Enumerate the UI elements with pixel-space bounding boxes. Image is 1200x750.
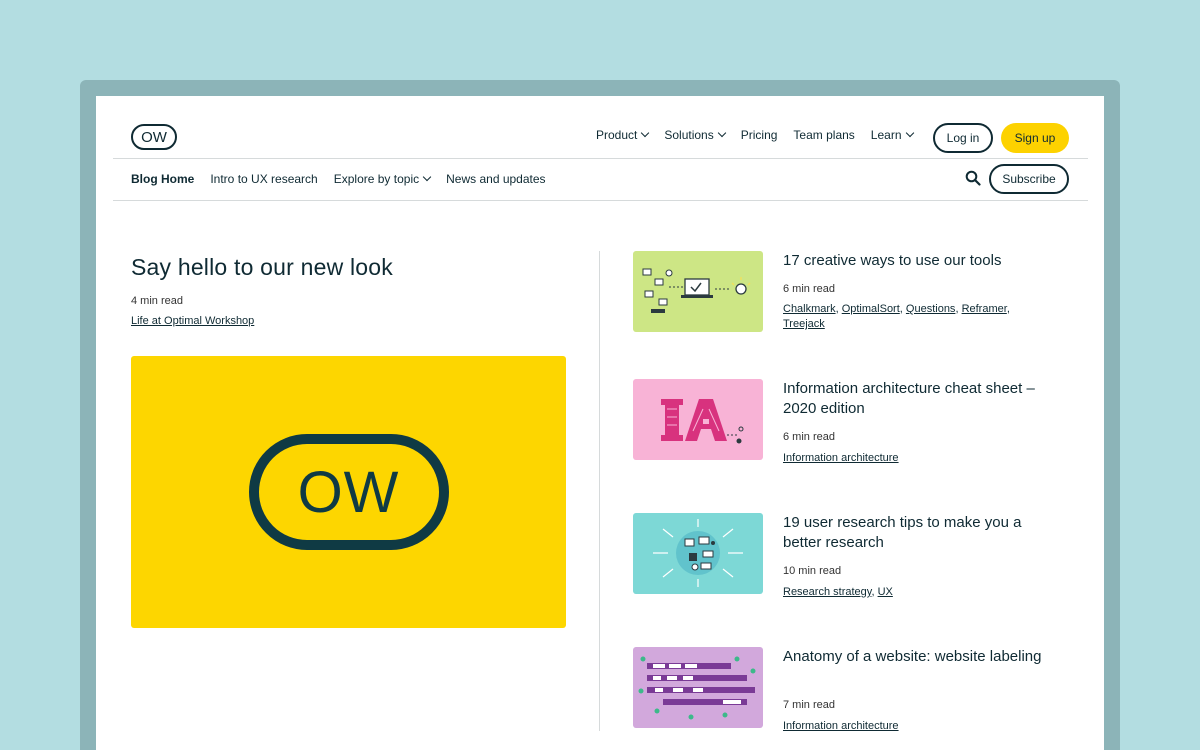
article-read-time: 6 min read [783,283,835,295]
nav-pricing[interactable]: Pricing [741,128,778,142]
column-divider [599,251,600,731]
article-tags: Information architecture [783,451,1033,466]
chevron-down-icon [641,128,650,138]
tag-link[interactable]: Chalkmark [783,303,836,315]
tag-link[interactable]: Questions [906,303,956,315]
article-tags: Information architecture [783,719,1033,734]
signup-button[interactable]: Sign up [1001,123,1069,153]
article-title[interactable]: 19 user research tips to make you a bett… [783,513,1053,553]
tag-link[interactable]: Reframer [962,303,1007,315]
tag-link[interactable]: UX [878,586,893,598]
tag-link[interactable]: Research strategy [783,586,871,598]
article-title[interactable]: Information architecture cheat sheet – 2… [783,379,1053,419]
nav-product[interactable]: Product [596,128,650,142]
article-thumbnail[interactable] [633,379,763,460]
article-thumbnail[interactable] [633,251,763,332]
subscribe-button[interactable]: Subscribe [989,164,1069,194]
article-read-time: 6 min read [783,431,835,443]
article-tags: Research strategy, UX [783,586,893,598]
nav-label: Pricing [740,128,778,142]
sub-nav-news[interactable]: News and updates [446,172,545,186]
sub-nav-blog-home[interactable]: Blog Home [131,172,194,186]
article-thumbnail[interactable] [633,647,763,728]
chevron-down-icon [422,172,432,182]
blog-page: OW Product Solutions Pricing Team plans … [96,96,1104,750]
website-labeling-illustration [638,656,756,720]
research-tips-illustration [653,519,743,587]
featured-read-time: 4 min read [131,295,183,307]
article-thumbnail[interactable] [633,513,763,594]
subnav-divider [113,200,1088,201]
main-nav: Product Solutions Pricing Team plans Lea… [596,128,929,142]
sub-nav-label: Blog Home [131,172,195,186]
tools-illustration [642,268,751,313]
featured-tag-link[interactable]: Life at Optimal Workshop [131,315,254,327]
tag-link[interactable]: OptimalSort [842,303,900,315]
sub-nav-label: Intro to UX research [210,172,318,186]
tag-link[interactable]: Information architecture [783,720,899,732]
blog-sub-nav: Blog Home Intro to UX research Explore b… [131,172,562,186]
tag-link[interactable]: Information architecture [783,452,899,464]
nav-learn[interactable]: Learn [870,128,914,142]
login-button[interactable]: Log in [933,123,993,153]
search-icon[interactable] [965,170,981,186]
nav-label: Learn [870,128,902,142]
nav-solutions[interactable]: Solutions [664,128,726,142]
nav-label: Solutions [664,128,714,142]
brand-logo[interactable]: OW [131,124,177,150]
article-title[interactable]: Anatomy of a website: website labeling [783,647,1053,667]
tag-link[interactable]: Treejack [783,318,825,330]
header-divider [113,158,1088,159]
ow-logo-graphic: OW [248,434,449,550]
sub-nav-label: Explore by topic [333,172,420,186]
article-tags: Chalkmark, OptimalSort, Questions, Refra… [783,303,1010,330]
chevron-down-icon [717,128,726,138]
sub-nav-explore-topic[interactable]: Explore by topic [333,172,432,186]
featured-title[interactable]: Say hello to our new look [131,254,393,281]
ia-letters-illustration [661,399,744,444]
nav-label: Product [596,128,638,142]
featured-image[interactable]: OW [131,356,566,628]
sub-nav-label: News and updates [446,172,546,186]
article-read-time: 7 min read [783,699,835,711]
article-title[interactable]: 17 creative ways to use our tools [783,251,1053,271]
article-read-time: 10 min read [783,565,842,577]
chevron-down-icon [905,128,914,138]
sub-nav-intro-ux[interactable]: Intro to UX research [210,172,317,186]
nav-label: Team plans [793,128,855,142]
nav-team-plans[interactable]: Team plans [793,128,854,142]
